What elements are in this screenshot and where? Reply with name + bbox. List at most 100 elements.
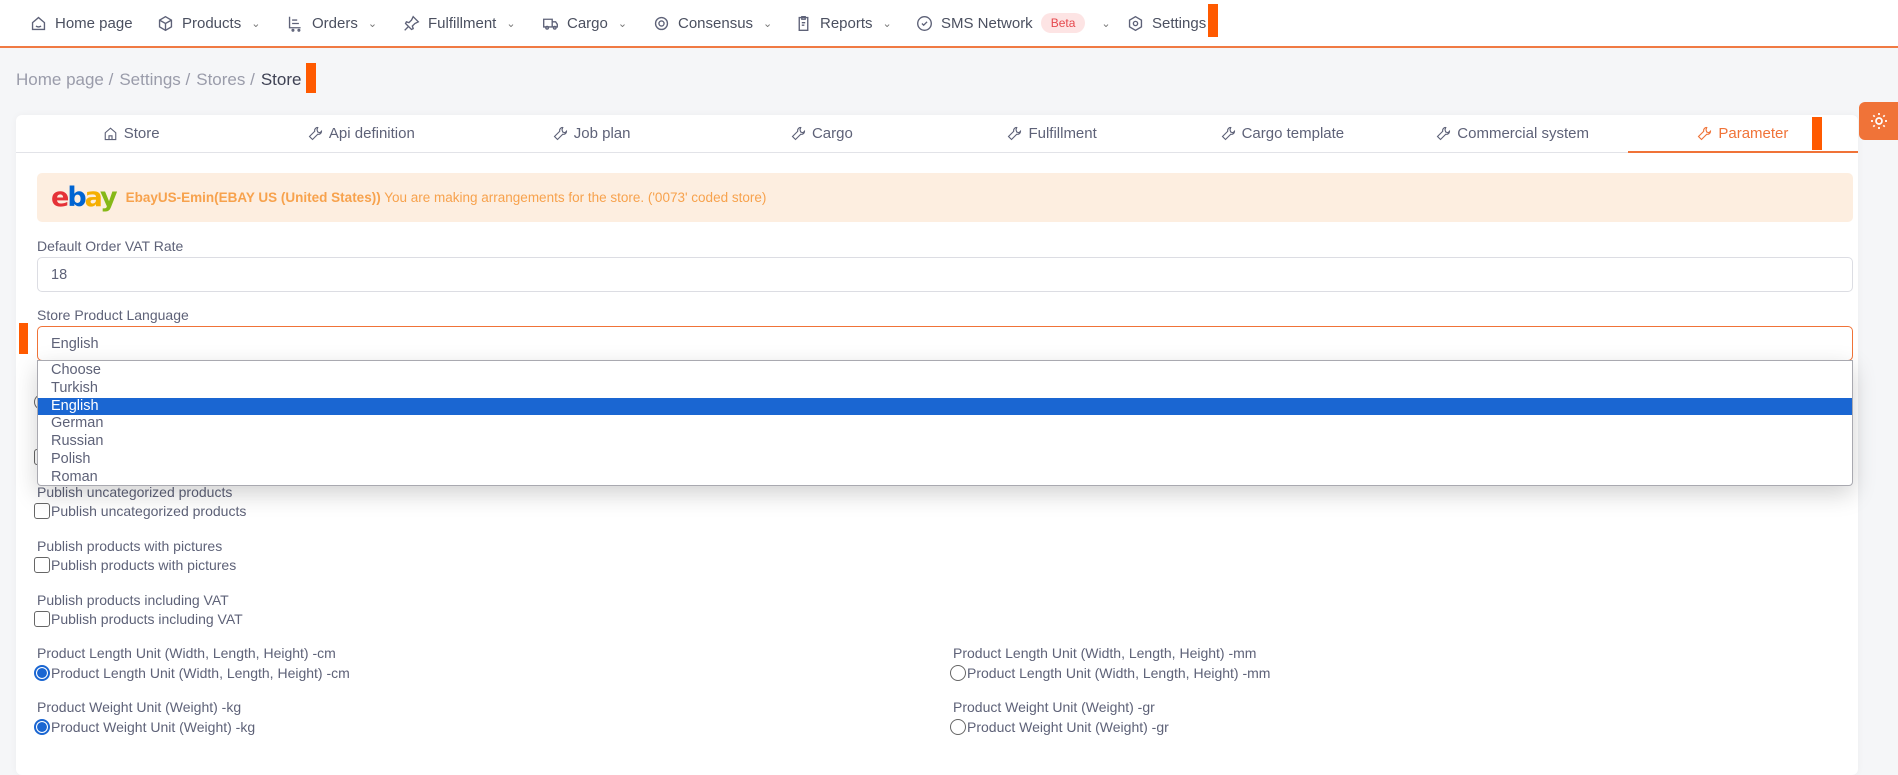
chevron-down-icon: ⌄ [617, 17, 628, 30]
tab-commercial-system[interactable]: Commercial system [1398, 115, 1628, 152]
breadcrumb-settings[interactable]: Settings / [119, 70, 190, 90]
tab-cargo-template[interactable]: Cargo template [1167, 115, 1397, 152]
including-vat-checkbox-row[interactable]: Publish products including VAT [34, 611, 243, 627]
nav-label: Cargo [567, 14, 608, 32]
option-roman[interactable]: Roman [38, 469, 1852, 487]
home-icon [104, 127, 116, 141]
check-circle-icon [917, 15, 932, 31]
home-icon [31, 16, 46, 30]
store-name: EbayUS-Emin(EBAY US (United States)) [125, 190, 381, 205]
weight-kg-radio[interactable] [34, 719, 50, 735]
cart-icon [288, 16, 301, 32]
nav-label: Fulfillment [428, 14, 497, 32]
tab-label: Parameter [1718, 125, 1789, 142]
nav-settings[interactable]: Settings [1127, 0, 1206, 46]
length-cm-radio[interactable] [34, 665, 50, 681]
tab-label: Cargo [811, 125, 853, 142]
checkbox-label: Publish uncategorized products [51, 503, 247, 519]
nav-orders[interactable]: Orders ⌄ [287, 0, 377, 46]
weight-kg-label: Product Weight Unit (Weight) -kg [37, 699, 242, 715]
option-choose[interactable]: Choose [38, 362, 1852, 380]
nav-label: Reports [820, 14, 873, 32]
gear-icon [1870, 113, 1887, 129]
checkbox-label: Publish products with pictures [51, 557, 237, 573]
target-icon [654, 16, 669, 30]
checkbox-label: Publish products including VAT [51, 611, 243, 627]
radio-label: Product Weight Unit (Weight) -kg [51, 719, 256, 735]
language-label: Store Product Language [37, 307, 189, 323]
nav-label: Products [182, 14, 242, 32]
tab-parameter[interactable]: Parameter [1627, 115, 1859, 153]
including-vat-label: Publish products including VAT [37, 592, 229, 608]
tab-label: Job plan [573, 125, 631, 142]
tab-job-plan[interactable]: Job plan [477, 115, 707, 152]
chevron-down-icon: ⌄ [367, 17, 378, 30]
wrench-icon [791, 126, 805, 141]
truck-icon [543, 18, 558, 30]
settings-gear-button[interactable] [1859, 102, 1898, 140]
length-cm-radio-row[interactable]: Product Length Unit (Width, Length, Heig… [34, 665, 350, 681]
vat-rate-label: Default Order VAT Rate [37, 238, 184, 254]
pictures-checkbox-row[interactable]: Publish products with pictures [34, 557, 236, 573]
including-vat-checkbox[interactable] [34, 611, 50, 627]
tab-fulfillment[interactable]: Fulfillment [937, 115, 1167, 152]
weight-gr-radio[interactable] [950, 719, 966, 735]
nav-label: Orders [312, 14, 358, 32]
weight-kg-radio-row[interactable]: Product Weight Unit (Weight) -kg [34, 719, 255, 735]
breadcrumb-stores[interactable]: Stores / [196, 70, 255, 90]
option-polish[interactable]: Polish [38, 451, 1852, 469]
nav-label: Consensus [678, 14, 754, 32]
tab-api-definition[interactable]: Api definition [246, 115, 476, 152]
wrench-icon [308, 126, 322, 141]
radio-label: Product Length Unit (Width, Length, Heig… [51, 665, 350, 681]
radio-label: Product Length Unit (Width, Length, Heig… [967, 665, 1271, 681]
nav-cargo[interactable]: Cargo ⌄ [542, 0, 627, 46]
vat-rate-input[interactable]: 18 [37, 257, 1853, 292]
nav-products[interactable]: Products ⌄ [157, 0, 260, 46]
weight-gr-radio-row[interactable]: Product Weight Unit (Weight) -gr [950, 719, 1169, 735]
length-cm-label: Product Length Unit (Width, Length, Heig… [37, 645, 336, 661]
nav-sms-network[interactable]: SMS Network Beta ⌄ [916, 0, 1111, 46]
highlight-marker [1208, 4, 1218, 37]
nav-home[interactable]: Home page [30, 0, 133, 46]
option-turkish[interactable]: Turkish [38, 380, 1852, 398]
pictures-label: Publish products with pictures [37, 538, 223, 554]
radio-label: Product Weight Unit (Weight) -gr [967, 719, 1169, 735]
breadcrumb-current: Store [260, 70, 302, 89]
tab-label: Fulfillment [1028, 125, 1097, 142]
language-select[interactable]: English [37, 326, 1853, 361]
ebay-logo: ebay [51, 182, 118, 213]
chevron-down-icon: ⌄ [1101, 17, 1111, 30]
nav-label: Home page [55, 14, 133, 32]
option-german[interactable]: German [38, 415, 1852, 433]
alert-message: You are making arrangements for the stor… [384, 190, 767, 205]
tab-cargo[interactable]: Cargo [707, 115, 937, 152]
nav-fulfillment[interactable]: Fulfillment ⌄ [403, 0, 516, 46]
uncategorized-checkbox[interactable] [34, 503, 50, 519]
uncategorized-checkbox-row[interactable]: Publish uncategorized products [34, 503, 246, 519]
breadcrumb-home[interactable]: Home page / [16, 70, 113, 90]
highlight-marker [1812, 117, 1822, 150]
nav-label: SMS Network [941, 14, 1033, 32]
box-icon [158, 15, 173, 31]
breadcrumb: Home page / Settings / Stores / Store [16, 70, 301, 90]
pictures-checkbox[interactable] [34, 557, 50, 573]
option-russian[interactable]: Russian [38, 433, 1852, 451]
length-mm-radio[interactable] [950, 665, 966, 681]
clipboard-icon [798, 15, 809, 31]
chevron-down-icon: ⌄ [882, 17, 892, 30]
highlight-marker [306, 63, 316, 93]
top-nav: Home page Products ⌄ Orders ⌄ Fulfillment ⌄… [0, 0, 1898, 48]
beta-badge: Beta [1040, 13, 1086, 33]
nav-label: Settings [1152, 14, 1207, 32]
chevron-down-icon: ⌄ [251, 17, 261, 30]
nav-reports[interactable]: Reports ⌄ [795, 0, 892, 46]
wrench-icon [553, 126, 567, 141]
nav-consensus[interactable]: Consensus ⌄ [653, 0, 772, 46]
tab-label: Store [123, 125, 160, 142]
length-mm-radio-row[interactable]: Product Length Unit (Width, Length, Heig… [950, 665, 1270, 681]
tab-label: Cargo template [1241, 125, 1345, 142]
option-english[interactable]: English [38, 397, 1852, 416]
tab-store[interactable]: Store [16, 115, 246, 152]
wrench-icon [1221, 126, 1235, 141]
